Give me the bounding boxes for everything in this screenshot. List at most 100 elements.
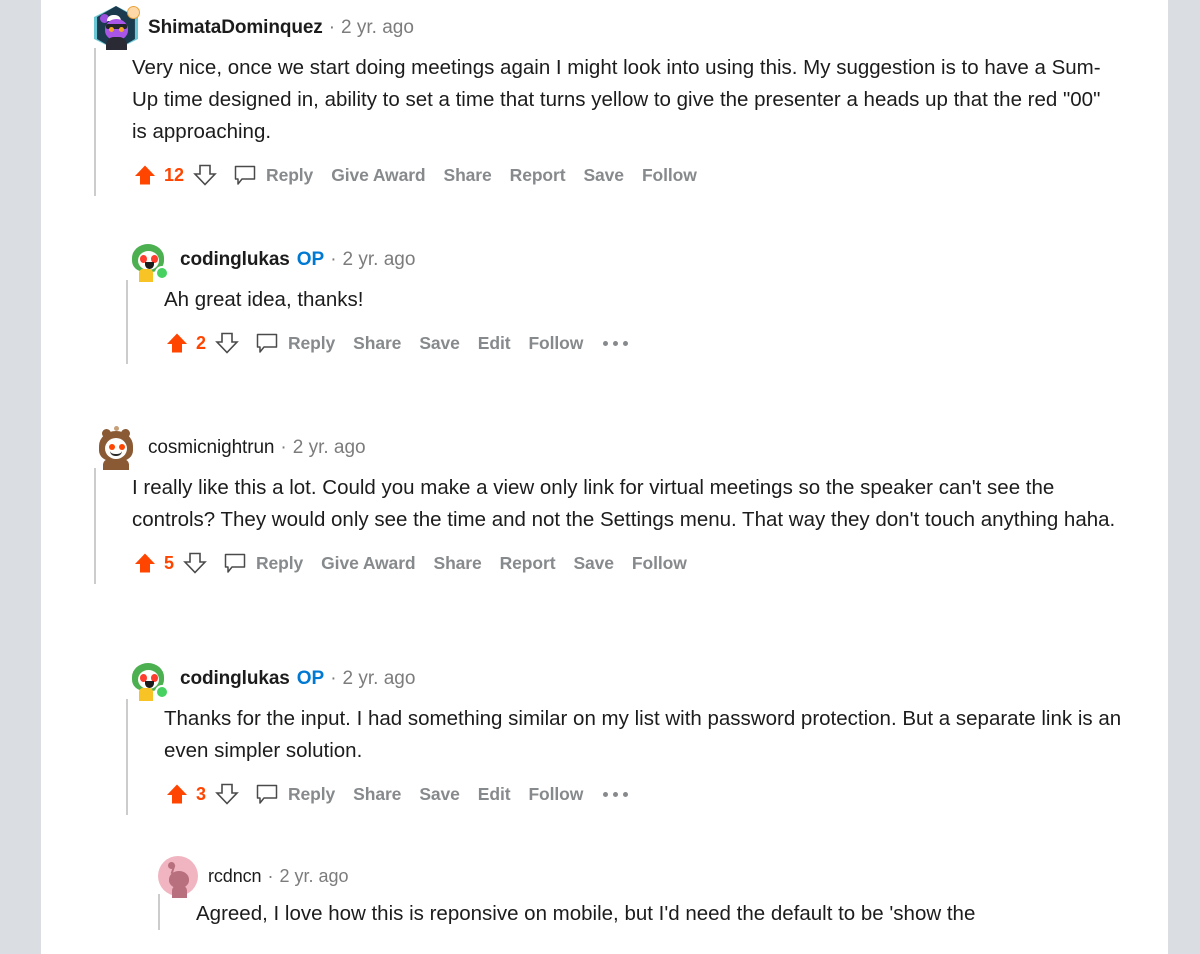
report-button[interactable]: Report bbox=[510, 165, 566, 186]
comment-author[interactable]: ShimataDominquez bbox=[148, 17, 323, 39]
reddit-comment-thread-page: ShimataDominquez · 2 yr. ago Very nice, … bbox=[0, 0, 1200, 954]
thread-collapse-line[interactable] bbox=[158, 894, 160, 930]
snoo-eye-right-icon bbox=[119, 27, 124, 32]
separator: · bbox=[280, 437, 286, 459]
share-button[interactable]: Share bbox=[434, 553, 482, 574]
comment-text: Ah great idea, thanks! bbox=[164, 280, 1146, 316]
more-options-icon[interactable] bbox=[601, 788, 630, 801]
comment-thread-root: cosmicnightrun · 2 yr. ago I really like… bbox=[94, 428, 1154, 584]
comment-author[interactable]: codinglukas bbox=[180, 668, 290, 690]
avatar[interactable] bbox=[94, 426, 138, 470]
comment-thread-root: ShimataDominquez · 2 yr. ago Very nice, … bbox=[94, 8, 1154, 196]
reply-button[interactable]: Reply bbox=[288, 784, 335, 805]
thread-collapse-line[interactable] bbox=[126, 280, 128, 364]
comment-bubble-icon[interactable] bbox=[230, 162, 260, 188]
give-award-button[interactable]: Give Award bbox=[321, 553, 415, 574]
comment-text: Very nice, once we start doing meetings … bbox=[132, 48, 1117, 148]
share-button[interactable]: Share bbox=[353, 784, 401, 805]
comment-author[interactable]: cosmicnightrun bbox=[148, 437, 274, 459]
follow-button[interactable]: Follow bbox=[528, 333, 583, 354]
avatar[interactable] bbox=[126, 657, 170, 701]
thread-collapse-line[interactable] bbox=[94, 48, 96, 196]
comment-author[interactable]: codinglukas bbox=[180, 249, 290, 271]
upvote-icon[interactable] bbox=[132, 162, 158, 188]
comment-body: Very nice, once we start doing meetings … bbox=[94, 48, 1154, 196]
comment-reply: codinglukas OP · 2 yr. ago Thanks for th… bbox=[126, 659, 1146, 815]
comment-action-row: 2 Reply Share Save Edit Follow bbox=[164, 322, 1146, 364]
save-button[interactable]: Save bbox=[419, 333, 459, 354]
thread-collapse-line[interactable] bbox=[94, 468, 96, 584]
avatar[interactable] bbox=[94, 6, 138, 50]
report-button[interactable]: Report bbox=[500, 553, 556, 574]
comment-body: Thanks for the input. I had something si… bbox=[126, 699, 1146, 815]
comment-author[interactable]: rcdncn bbox=[208, 866, 261, 887]
lightbulb-icon bbox=[127, 6, 140, 19]
thread-collapse-line[interactable] bbox=[126, 699, 128, 815]
upvote-icon[interactable] bbox=[164, 781, 190, 807]
comment-text: I really like this a lot. Could you make… bbox=[132, 468, 1117, 536]
op-badge: OP bbox=[297, 668, 324, 690]
give-award-button[interactable]: Give Award bbox=[331, 165, 425, 186]
comment-header: ShimataDominquez · 2 yr. ago bbox=[94, 8, 1154, 48]
edit-button[interactable]: Edit bbox=[478, 784, 511, 805]
save-button[interactable]: Save bbox=[419, 784, 459, 805]
follow-button[interactable]: Follow bbox=[632, 553, 687, 574]
comment-bubble-icon[interactable] bbox=[252, 330, 282, 356]
comment-text: Thanks for the input. I had something si… bbox=[164, 699, 1146, 767]
reply-button[interactable]: Reply bbox=[256, 553, 303, 574]
comment-header: rcdncn · 2 yr. ago bbox=[158, 858, 1148, 894]
comment-body: I really like this a lot. Could you make… bbox=[94, 468, 1154, 584]
comment-score: 2 bbox=[196, 333, 206, 354]
separator: · bbox=[330, 249, 336, 271]
share-button[interactable]: Share bbox=[444, 165, 492, 186]
downvote-icon[interactable] bbox=[214, 330, 240, 356]
comment-action-row: 12 Reply Give Award Share Report Save Fo… bbox=[132, 154, 1154, 196]
save-button[interactable]: Save bbox=[573, 553, 613, 574]
comment-text: Agreed, I love how this is reponsive on … bbox=[196, 894, 1148, 930]
downvote-icon[interactable] bbox=[182, 550, 208, 576]
online-status-dot bbox=[155, 685, 169, 699]
reply-button[interactable]: Reply bbox=[266, 165, 313, 186]
comment-timestamp: 2 yr. ago bbox=[343, 668, 416, 690]
snoo-eye-right-icon bbox=[119, 444, 125, 450]
comment-body: Ah great idea, thanks! 2 Reply Share Sav… bbox=[126, 280, 1146, 364]
comment-score: 12 bbox=[164, 165, 184, 186]
follow-button[interactable]: Follow bbox=[642, 165, 697, 186]
comment-body: Agreed, I love how this is reponsive on … bbox=[158, 894, 1148, 930]
follow-button[interactable]: Follow bbox=[528, 784, 583, 805]
snoo-eye-left-icon bbox=[109, 444, 115, 450]
upvote-icon[interactable] bbox=[132, 550, 158, 576]
comment-action-row: 5 Reply Give Award Share Report Save Fol… bbox=[132, 542, 1154, 584]
comment-header: codinglukas OP · 2 yr. ago bbox=[126, 240, 1146, 280]
comment-bubble-icon[interactable] bbox=[220, 550, 250, 576]
snoo-antenna-ball-icon bbox=[168, 862, 175, 869]
content-sheet: ShimataDominquez · 2 yr. ago Very nice, … bbox=[41, 0, 1168, 954]
comment-header: codinglukas OP · 2 yr. ago bbox=[126, 659, 1146, 699]
comment-timestamp: 2 yr. ago bbox=[343, 249, 416, 271]
comment-score: 5 bbox=[164, 553, 174, 574]
downvote-icon[interactable] bbox=[214, 781, 240, 807]
comment-reply: rcdncn · 2 yr. ago Agreed, I love how th… bbox=[158, 858, 1148, 930]
avatar[interactable] bbox=[158, 856, 198, 896]
downvote-icon[interactable] bbox=[192, 162, 218, 188]
avatar[interactable] bbox=[126, 238, 170, 282]
save-button[interactable]: Save bbox=[583, 165, 623, 186]
comment-bubble-icon[interactable] bbox=[252, 781, 282, 807]
comment-action-row: 3 Reply Share Save Edit Follow bbox=[164, 773, 1146, 815]
share-button[interactable]: Share bbox=[353, 333, 401, 354]
upvote-icon[interactable] bbox=[164, 330, 190, 356]
separator: · bbox=[329, 17, 335, 39]
comment-timestamp: 2 yr. ago bbox=[341, 17, 414, 39]
reply-button[interactable]: Reply bbox=[288, 333, 335, 354]
comment-reply: codinglukas OP · 2 yr. ago Ah great idea… bbox=[126, 240, 1146, 364]
snoo-eye-left-icon bbox=[109, 27, 114, 32]
separator: · bbox=[330, 668, 336, 690]
comment-header: cosmicnightrun · 2 yr. ago bbox=[94, 428, 1154, 468]
comment-score: 3 bbox=[196, 784, 206, 805]
online-status-dot bbox=[155, 266, 169, 280]
edit-button[interactable]: Edit bbox=[478, 333, 511, 354]
comment-timestamp: 2 yr. ago bbox=[279, 866, 348, 887]
separator: · bbox=[267, 866, 273, 887]
comment-timestamp: 2 yr. ago bbox=[293, 437, 366, 459]
more-options-icon[interactable] bbox=[601, 337, 630, 350]
